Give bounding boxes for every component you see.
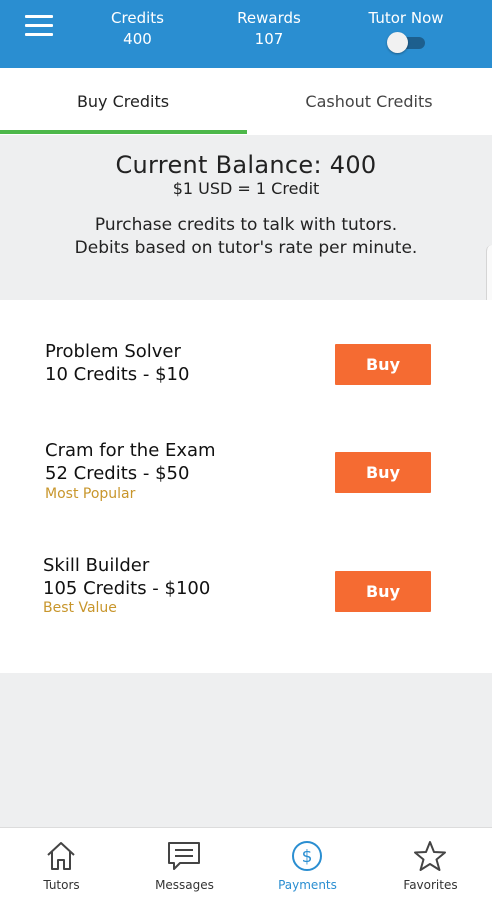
package-price: 52 Credits - $50: [45, 463, 190, 484]
tab-bar: Buy Credits Cashout Credits: [0, 68, 492, 135]
message-icon: [168, 842, 200, 870]
package-price: 10 Credits - $10: [45, 364, 190, 385]
active-tab-indicator: [0, 130, 247, 134]
tab-buy-credits[interactable]: Buy Credits: [0, 68, 246, 135]
bottom-navigation: Tutors Messages $ Payments Favorites: [0, 827, 492, 900]
balance-description-line1: Purchase credits to talk with tutors.: [94, 215, 398, 235]
toggle-knob: [387, 32, 408, 53]
buy-button[interactable]: Buy: [335, 571, 431, 612]
credits-label: Credits: [111, 9, 164, 27]
current-balance-title: Current Balance: 400: [115, 151, 377, 179]
nav-messages[interactable]: Messages: [123, 828, 246, 900]
nav-favorites[interactable]: Favorites: [369, 828, 492, 900]
dollar-circle-icon: $: [292, 841, 322, 871]
tab-cashout-credits[interactable]: Cashout Credits: [246, 68, 492, 135]
rewards-stat[interactable]: Rewards 107: [224, 8, 314, 50]
credit-packages: Problem Solver 10 Credits - $10 Buy Cram…: [0, 300, 492, 673]
tutor-now-stat: Tutor Now: [355, 8, 457, 53]
balance-section: Current Balance: 400 $1 USD = 1 Credit P…: [0, 135, 492, 300]
tutor-now-label: Tutor Now: [368, 9, 444, 27]
star-icon: [414, 841, 446, 871]
home-icon: [47, 842, 75, 870]
buy-button[interactable]: Buy: [335, 452, 431, 493]
package-tag: Best Value: [43, 600, 117, 616]
tutor-now-toggle[interactable]: [385, 32, 427, 53]
buy-button[interactable]: Buy: [335, 344, 431, 385]
app-screen: Credits 400 Rewards 107 Tutor Now Buy Cr…: [0, 0, 492, 900]
nav-tutors[interactable]: Tutors: [0, 828, 123, 900]
package-tag: Most Popular: [45, 486, 136, 502]
rewards-label: Rewards: [237, 9, 301, 27]
credits-stat[interactable]: Credits 400: [95, 8, 180, 50]
nav-label: Payments: [278, 878, 337, 892]
exchange-rate: $1 USD = 1 Credit: [172, 179, 320, 198]
nav-label: Tutors: [43, 878, 80, 892]
package-name: Cram for the Exam: [45, 440, 216, 461]
credits-value: 400: [123, 30, 152, 48]
svg-text:$: $: [302, 847, 313, 867]
package-name: Skill Builder: [43, 555, 150, 576]
package-price: 105 Credits - $100: [43, 578, 211, 599]
top-bar: Credits 400 Rewards 107 Tutor Now: [0, 0, 492, 68]
balance-description-line2: Debits based on tutor's rate per minute.: [74, 238, 418, 258]
rewards-value: 107: [254, 30, 284, 48]
menu-icon[interactable]: [25, 15, 53, 37]
nav-payments[interactable]: $ Payments: [246, 828, 369, 900]
nav-label: Favorites: [403, 878, 458, 892]
package-name: Problem Solver: [45, 341, 181, 362]
nav-label: Messages: [155, 878, 214, 892]
